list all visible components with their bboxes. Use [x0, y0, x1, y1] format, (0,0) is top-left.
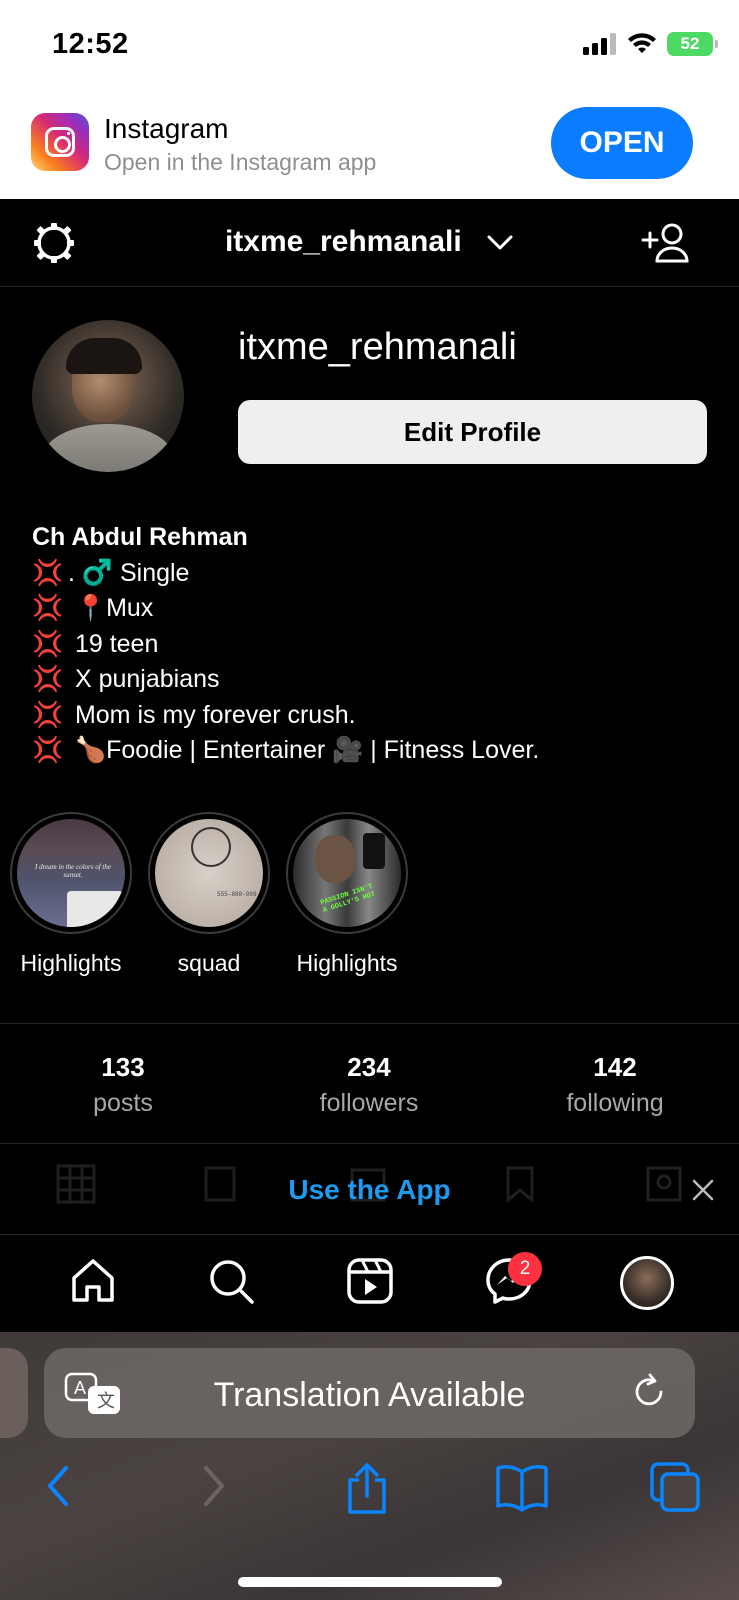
bio-line: 💢. ♂️ Single [32, 556, 722, 592]
close-icon[interactable] [691, 1178, 715, 1202]
app-banner: Instagram Open in the Instagram app OPEN [0, 95, 739, 199]
wifi-icon [628, 33, 656, 53]
highlight-item[interactable]: I dream in the colors of the sunset. Hig… [9, 812, 133, 977]
tabs-icon[interactable] [650, 1462, 702, 1512]
safari-toolbar: A 文 Translation Available [0, 1332, 739, 1600]
edit-profile-button[interactable]: Edit Profile [238, 400, 707, 464]
profile-tab-avatar[interactable] [620, 1256, 674, 1310]
messages-badge: 2 [508, 1252, 542, 1286]
anger-emoji-icon: 💢 [32, 558, 64, 587]
account-switcher[interactable]: itxme_rehmanali [0, 225, 739, 259]
bio-line: 💢 Mom is my forever crush. [32, 698, 722, 734]
translation-label: Translation Available [213, 1376, 526, 1414]
anger-emoji-icon: 💢 [32, 629, 64, 658]
app-banner-name: Instagram [104, 113, 229, 144]
nav-username: itxme_rehmanali [224, 225, 462, 258]
chevron-down-icon [487, 235, 513, 250]
bio-line: 💢 📍Mux [32, 591, 722, 627]
highlight-item[interactable]: PASSION ISN'T A GOLLY'S HOT Highlights [285, 812, 409, 977]
bio-line: 💢 X punjabians [32, 662, 722, 698]
highlight-cover: 555-888-999 [148, 812, 270, 934]
profile-full-name: Ch Abdul Rehman [32, 523, 248, 551]
previous-tab-peek[interactable] [0, 1348, 28, 1438]
cellular-signal-icon [583, 33, 616, 55]
status-time: 12:52 [52, 28, 129, 60]
add-user-icon[interactable] [639, 221, 689, 270]
highlight-cover: PASSION ISN'T A GOLLY'S HOT [286, 812, 408, 934]
profile-bio: Ch Abdul Rehman 💢. ♂️ Single 💢 📍Mux 💢 19… [32, 520, 722, 769]
highlight-label: squad [177, 950, 241, 976]
anger-emoji-icon: 💢 [32, 736, 64, 764]
bio-line: 💢 🍗Foodie | Entertainer 🎥 | Fitness Love… [32, 733, 722, 769]
search-icon[interactable] [206, 1256, 256, 1306]
bio-line: 💢 19 teen [32, 627, 722, 663]
share-icon[interactable] [344, 1462, 390, 1516]
bio-line-text: 📍Mux [68, 594, 154, 622]
bio-line-text: Mom is my forever crush. [68, 700, 356, 729]
use-app-bar: Use the App [0, 1144, 739, 1235]
open-app-button[interactable]: OPEN [551, 107, 693, 179]
back-icon[interactable] [40, 1462, 76, 1510]
profile-username: itxme_rehmanali [238, 326, 517, 368]
stat-posts[interactable]: 133 posts [0, 1052, 246, 1118]
profile-top-nav: itxme_rehmanali [0, 199, 739, 287]
stat-following[interactable]: 142 following [492, 1052, 738, 1118]
stat-label: following [566, 1089, 664, 1117]
stat-value: 234 [347, 1052, 391, 1082]
forward-icon[interactable] [196, 1462, 232, 1510]
highlight-cover: I dream in the colors of the sunset. [10, 812, 132, 934]
stat-followers[interactable]: 234 followers [246, 1052, 492, 1118]
reload-icon[interactable] [629, 1372, 669, 1412]
stat-label: followers [319, 1089, 419, 1117]
battery-icon: 52 [667, 32, 718, 56]
anger-emoji-icon: 💢 [32, 700, 64, 729]
bio-line-text: 19 teen [68, 629, 159, 658]
anger-emoji-icon: 💢 [32, 665, 64, 693]
profile-stats: 133 posts 234 followers 142 following [0, 1023, 739, 1144]
status-icons: 52 [583, 32, 718, 56]
status-bar: 12:52 52 [0, 0, 739, 95]
instagram-app-icon [31, 113, 89, 171]
translation-bar[interactable]: A 文 Translation Available [44, 1348, 695, 1438]
home-indicator [238, 1577, 502, 1587]
stat-value: 133 [101, 1052, 145, 1082]
battery-level: 52 [680, 34, 700, 53]
highlight-label: Highlights [20, 950, 122, 976]
home-icon[interactable] [68, 1256, 118, 1306]
reels-icon[interactable] [345, 1256, 395, 1306]
story-highlights: I dream in the colors of the sunset. Hig… [0, 812, 739, 982]
stat-label: posts [93, 1089, 153, 1117]
profile-avatar[interactable] [32, 320, 184, 472]
bio-line-text: 🍗Foodie | Entertainer 🎥 | Fitness Lover. [68, 736, 540, 764]
highlight-item[interactable]: 555-888-999 squad [147, 812, 271, 977]
highlight-label: Highlights [296, 950, 398, 976]
anger-emoji-icon: 💢 [32, 594, 64, 622]
app-banner-subtitle: Open in the Instagram app [104, 149, 377, 175]
stat-value: 142 [593, 1052, 637, 1082]
bookmarks-icon[interactable] [494, 1462, 550, 1512]
use-app-link[interactable]: Use the App [0, 1174, 739, 1206]
bio-line-text: . ♂️ Single [68, 558, 190, 587]
bio-line-text: X punjabians [68, 665, 220, 693]
